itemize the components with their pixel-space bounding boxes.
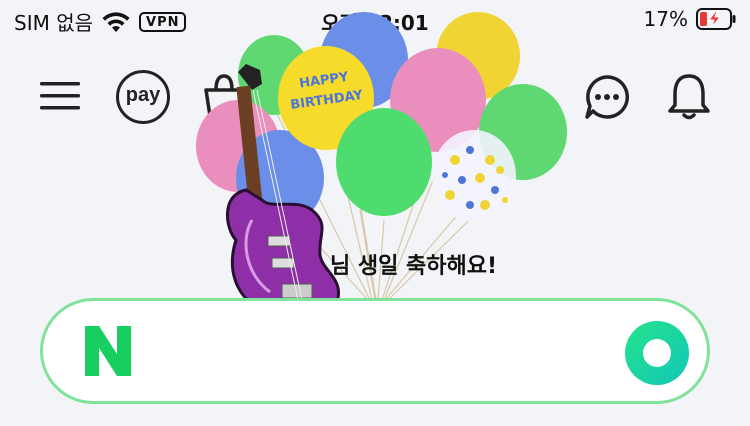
- notification-bell-icon[interactable]: [664, 70, 714, 122]
- green-dot-inner: [643, 339, 671, 367]
- search-input[interactable]: [153, 329, 583, 375]
- search-bar[interactable]: [40, 298, 710, 404]
- battery-icon: [696, 8, 736, 30]
- naver-logo-icon: [85, 326, 131, 376]
- birthday-message: 님 생일 축하해요!: [330, 254, 498, 279]
- talk-icon[interactable]: [582, 72, 632, 122]
- birthday-balloons-illustration: HAPPY BIRTHDAY: [196, 12, 567, 321]
- pay-label: pay: [125, 83, 161, 106]
- balloon-icon: [336, 108, 432, 216]
- status-right: 17%: [644, 7, 736, 31]
- menu-icon[interactable]: [38, 74, 82, 118]
- battery-percent: 17%: [643, 7, 688, 31]
- pay-button[interactable]: pay: [116, 70, 170, 124]
- green-dot-button[interactable]: [625, 321, 689, 385]
